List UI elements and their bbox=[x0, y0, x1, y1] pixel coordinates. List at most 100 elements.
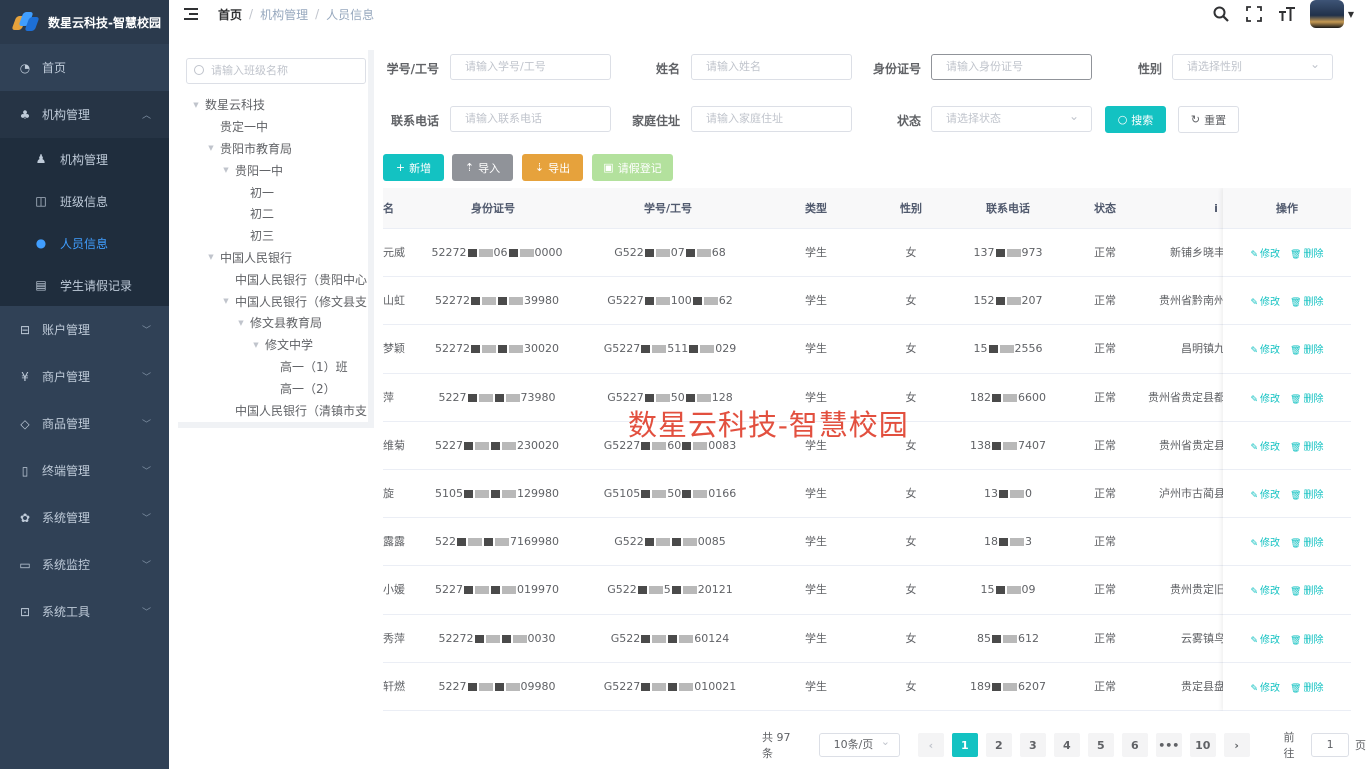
leave-register-button[interactable]: ▣ 请假登记 bbox=[592, 154, 673, 181]
more-pages-button[interactable]: ••• bbox=[1155, 733, 1182, 757]
table-row[interactable]: 旋 5105 129980 G5105 50 0166 学生 女 13 0 正常 泸州市古蔺县 bbox=[383, 470, 1351, 519]
tree-node[interactable]: 初二 bbox=[178, 203, 374, 225]
font-size-icon[interactable] bbox=[1277, 4, 1297, 24]
tree-node[interactable]: 中国人民银行（贵阳中心 bbox=[178, 268, 374, 290]
sidebar-subitem[interactable]: ● 人员信息 bbox=[0, 222, 169, 264]
tree-node[interactable]: ▼ 中国人民银行（修文县支 bbox=[178, 290, 374, 312]
table-row[interactable]: 山虹 52272 39980 G5227 100 62 学生 女 152 207 正常 贵州省黔南州 bbox=[383, 277, 1351, 326]
redaction-mark bbox=[494, 682, 504, 691]
delete-button[interactable]: 🗑 删除 bbox=[1290, 390, 1323, 405]
delete-button[interactable]: 🗑 删除 bbox=[1290, 631, 1323, 646]
cell-address: 贵州省贵定县都 bbox=[1148, 390, 1225, 404]
sidebar-subitem[interactable]: ♟ 机构管理 bbox=[0, 138, 169, 180]
page-button[interactable]: 5 bbox=[1087, 733, 1114, 757]
table-row[interactable]: 露露 522 7169980 G522 0085 学生 女 18 3 正常 bbox=[383, 518, 1351, 567]
redaction-mark bbox=[1003, 393, 1017, 402]
brand[interactable]: 数星云科技-智慧校园 bbox=[0, 0, 169, 44]
breadcrumb-org[interactable]: 机构管理 bbox=[260, 6, 308, 23]
next-page-button[interactable]: › bbox=[1223, 733, 1250, 757]
delete-button[interactable]: 🗑 删除 bbox=[1290, 582, 1323, 597]
table-row[interactable]: 梦颖 52272 30020 G5227 511 029 学生 女 15 2556 正常 昌明镇九 bbox=[383, 325, 1351, 374]
tree-search-input[interactable]: 请输入班级名称 bbox=[186, 58, 366, 84]
tree-node[interactable]: 初三 bbox=[178, 225, 374, 247]
tree-node[interactable]: ▼ 修文县教育局 bbox=[178, 312, 374, 334]
redaction-mark bbox=[992, 634, 1001, 643]
table-row[interactable]: 轩燃 5227 09980 G5227 010021 学生 女 189 6207 正常 贵定县盘 bbox=[383, 662, 1351, 711]
sidebar-item[interactable]: ⊟ 账户管理 ﹀ bbox=[0, 306, 169, 353]
edit-button[interactable]: ✎ 修改 bbox=[1251, 534, 1281, 549]
sidebar-subitem[interactable]: ▤ 学生请假记录 bbox=[0, 264, 169, 306]
cell-idcard-part: 09980 bbox=[520, 679, 556, 693]
sidebar-item[interactable]: ▯ 终端管理 ﹀ bbox=[0, 447, 169, 494]
filter-idcard-input[interactable]: 请输入身份证号 bbox=[931, 54, 1092, 80]
sidebar-item[interactable]: ¥ 商户管理 ﹀ bbox=[0, 353, 169, 400]
delete-button[interactable]: 🗑 删除 bbox=[1290, 679, 1323, 694]
filter-id-input[interactable]: 请输入学号/工号 bbox=[450, 54, 611, 80]
page-button[interactable]: 10 bbox=[1189, 733, 1216, 757]
cell-type: 学生 bbox=[805, 583, 827, 597]
filter-phone-input[interactable]: 请输入联系电话 bbox=[450, 106, 611, 132]
edit-button[interactable]: ✎ 修改 bbox=[1251, 679, 1281, 694]
reset-button[interactable]: ↻ 重置 bbox=[1178, 106, 1239, 133]
page-button[interactable]: 3 bbox=[1019, 733, 1046, 757]
fullscreen-icon[interactable] bbox=[1244, 4, 1264, 24]
prev-page-button[interactable]: ‹ bbox=[918, 733, 944, 757]
sidebar-subitem[interactable]: ◫ 班级信息 bbox=[0, 180, 169, 222]
page-button[interactable]: 4 bbox=[1053, 733, 1080, 757]
sidebar-item[interactable]: ✿ 系统管理 ﹀ bbox=[0, 494, 169, 541]
sidebar-item[interactable]: ◇ 商品管理 ﹀ bbox=[0, 400, 169, 447]
avatar[interactable] bbox=[1309, 0, 1344, 28]
table-row[interactable]: 小媛 5227 019970 G522 5 20121 学生女 15 09 正常 贵州贵定旧 bbox=[383, 566, 1351, 615]
edit-button[interactable]: ✎ 修改 bbox=[1251, 438, 1281, 453]
delete-button[interactable]: 🗑 删除 bbox=[1290, 486, 1323, 501]
tree-node[interactable]: 中国人民银行（清镇市支 bbox=[178, 399, 374, 421]
add-button[interactable]: + 新增 bbox=[383, 154, 444, 181]
caret-down-icon[interactable]: ▼ bbox=[1348, 10, 1354, 19]
edit-button[interactable]: ✎ 修改 bbox=[1251, 582, 1281, 597]
delete-button[interactable]: 🗑 删除 bbox=[1290, 438, 1323, 453]
table-row[interactable]: 秀萍 52272 0030 G522 60124 学生 女 85 612 正常 云雾镇鸟 bbox=[383, 614, 1351, 663]
tree-node[interactable]: ▼ 中国人民银行 bbox=[178, 247, 374, 269]
delete-button[interactable]: 🗑 删除 bbox=[1290, 245, 1323, 260]
cell-idcard-part: 019970 bbox=[517, 583, 559, 597]
page-button[interactable]: 2 bbox=[985, 733, 1012, 757]
edit-button[interactable]: ✎ 修改 bbox=[1251, 486, 1281, 501]
tree-node[interactable]: 高一（2） bbox=[178, 377, 374, 399]
sidebar-item[interactable]: ♣ 机构管理 ︿ bbox=[0, 91, 169, 138]
filter-gender-select[interactable]: 请选择性别 bbox=[1172, 52, 1333, 80]
edit-button[interactable]: ✎ 修改 bbox=[1251, 631, 1281, 646]
edit-label: 修改 bbox=[1260, 441, 1281, 453]
filter-name-input[interactable]: 请输入姓名 bbox=[691, 54, 852, 80]
tree-node[interactable]: ▼ 贵阳市教育局 bbox=[178, 138, 374, 160]
edit-button[interactable]: ✎ 修改 bbox=[1251, 390, 1281, 405]
page-button[interactable]: 1 bbox=[951, 733, 978, 757]
tree-node[interactable]: ▼ 贵阳一中 bbox=[178, 159, 374, 181]
delete-button[interactable]: 🗑 删除 bbox=[1290, 341, 1323, 356]
goto-page-input[interactable]: 1 bbox=[1311, 733, 1349, 757]
edit-button[interactable]: ✎ 修改 bbox=[1251, 245, 1281, 260]
export-button[interactable]: ⇣ 导出 bbox=[522, 154, 583, 181]
edit-button[interactable]: ✎ 修改 bbox=[1251, 341, 1281, 356]
edit-button[interactable]: ✎ 修改 bbox=[1251, 293, 1281, 308]
tree-node[interactable]: ▼ 修文中学 bbox=[178, 334, 374, 356]
cell-sid: G5227 100 62 bbox=[595, 277, 745, 325]
tree-node[interactable]: 高一（1）班 bbox=[178, 356, 374, 378]
search-button[interactable]: ○ 搜索 bbox=[1105, 106, 1166, 133]
page-size-select[interactable]: 10条/页 bbox=[818, 731, 900, 757]
delete-button[interactable]: 🗑 删除 bbox=[1290, 293, 1323, 308]
tree-node[interactable]: 初一 bbox=[178, 181, 374, 203]
sidebar-item[interactable]: ◔ 首页 bbox=[0, 44, 169, 91]
sidebar-item[interactable]: ⊡ 系统工具 ﹀ bbox=[0, 588, 169, 635]
import-button[interactable]: ⇡ 导入 bbox=[452, 154, 513, 181]
tree-node[interactable]: 贵定一中 bbox=[178, 116, 374, 138]
search-icon[interactable] bbox=[1211, 4, 1231, 24]
sidebar-item[interactable]: ▭ 系统监控 ﹀ bbox=[0, 541, 169, 588]
page-button[interactable]: 6 bbox=[1121, 733, 1148, 757]
filter-address-input[interactable]: 请输入家庭住址 bbox=[691, 106, 852, 132]
tree-node[interactable]: ▼ 数星云科技 bbox=[178, 94, 374, 116]
delete-button[interactable]: 🗑 删除 bbox=[1290, 534, 1323, 549]
filter-status-select[interactable]: 请选择状态 bbox=[931, 104, 1092, 132]
hamburger-icon[interactable] bbox=[184, 8, 198, 20]
table-row[interactable]: 元威 52272 06 0000 G522 07 68 学生 女 137 973 正常 新铺乡晓丰 bbox=[383, 229, 1351, 278]
breadcrumb-home[interactable]: 首页 bbox=[218, 6, 242, 23]
